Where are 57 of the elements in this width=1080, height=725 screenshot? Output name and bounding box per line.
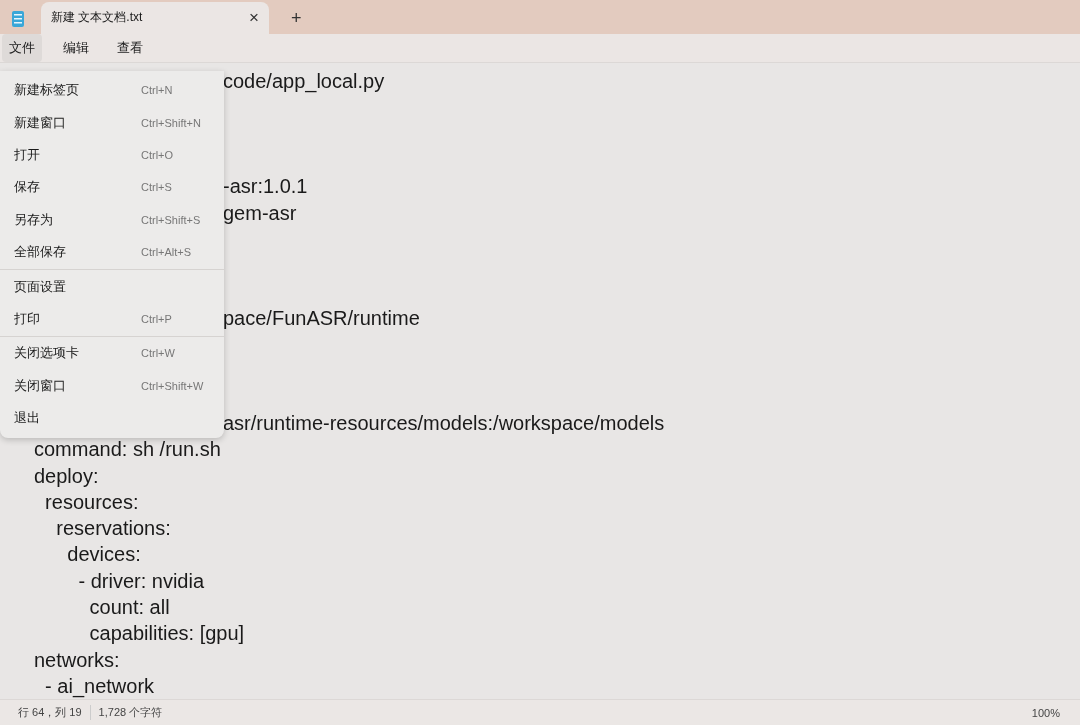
- character-count: 1,728 个字符: [89, 705, 163, 721]
- shortcut-text: Ctrl+Shift+N: [141, 116, 201, 129]
- shortcut-text: Ctrl+S: [141, 181, 172, 194]
- menu-entry[interactable]: 退出: [0, 401, 224, 435]
- menu-label: 保存: [14, 178, 41, 197]
- menu-entry[interactable]: 打印 Ctrl+P: [0, 302, 224, 336]
- menu-entry[interactable]: 新建标签页 Ctrl+N: [0, 74, 224, 107]
- code-line: reservations:: [55, 517, 171, 540]
- menu-entry[interactable]: 全部保存 Ctrl+Alt+S: [0, 235, 224, 269]
- menu-item[interactable]: 查看: [110, 33, 150, 62]
- menu-label: 关闭选项卡: [14, 344, 80, 363]
- menu-label: 另存为: [14, 210, 54, 229]
- code-line: count: all: [88, 596, 170, 618]
- cursor-position: 行 64，列 19: [18, 705, 82, 721]
- menu-entry[interactable]: 新建窗口 Ctrl+Shift+N: [0, 106, 224, 139]
- code-line: - driver: nvidia: [77, 569, 205, 592]
- menu-label: 新建窗口: [14, 113, 67, 132]
- menu-label: 新建标签页: [14, 81, 80, 100]
- menu-item[interactable]: 文件: [2, 33, 42, 62]
- shortcut-text: Ctrl+Shift+S: [141, 213, 201, 226]
- code-line: - ai_network: [44, 674, 155, 697]
- shortcut-text: Ctrl+Alt+S: [141, 246, 192, 259]
- menu-label: 全部保存: [14, 243, 67, 262]
- code-line: asr/runtime-resources/models:/workspace/models: [223, 411, 665, 434]
- menu-label: 页面设置: [14, 277, 67, 296]
- menu-entry[interactable]: 关闭选项卡 Ctrl+W: [0, 336, 224, 370]
- notepad-icon: [10, 9, 26, 28]
- menu-label: 打开: [14, 145, 41, 164]
- code-line: pace/FunASR/runtime: [223, 306, 420, 329]
- code-line: capabilities: [gpu]: [88, 622, 245, 645]
- menu-label: 退出: [14, 409, 41, 428]
- code-line: networks:: [34, 648, 120, 671]
- menu-entry[interactable]: 关闭窗口 Ctrl+Shift+W: [0, 369, 224, 402]
- tab[interactable]: 新建 文本文档.txt ×: [41, 1, 269, 34]
- menu-item[interactable]: 编辑: [56, 33, 96, 62]
- shortcut-text: Ctrl+P: [141, 312, 172, 325]
- new-tab-button[interactable]: +: [291, 8, 302, 30]
- code-line: resources:: [44, 490, 139, 513]
- tab-title: 新建 文本文档.txt: [51, 9, 144, 27]
- code-line: command: sh /run.sh: [34, 438, 221, 461]
- menu-entry[interactable]: 另存为 Ctrl+Shift+S: [0, 203, 224, 236]
- zoom-level: 100%: [1031, 706, 1060, 719]
- close-icon[interactable]: ×: [249, 7, 259, 28]
- code-line: code/app_local.py: [223, 70, 385, 93]
- code-line: devices:: [66, 543, 141, 566]
- code-line: deploy:: [34, 464, 99, 487]
- menu-entry[interactable]: 打开 Ctrl+O: [0, 138, 224, 172]
- menu-label: 打印: [14, 309, 41, 328]
- shortcut-text: Ctrl+W: [141, 347, 175, 360]
- shortcut-text: Ctrl+O: [141, 148, 174, 161]
- shortcut-text: Ctrl+Shift+W: [141, 379, 204, 392]
- menu-label: 关闭窗口: [14, 376, 67, 395]
- shortcut-text: Ctrl+N: [141, 84, 173, 97]
- code-line: gem-asr: [223, 201, 297, 224]
- code-line: -asr:1.0.1: [223, 175, 308, 198]
- menu-entry[interactable]: 页面设置: [0, 269, 224, 303]
- menu-entry[interactable]: 保存 Ctrl+S: [0, 171, 224, 204]
